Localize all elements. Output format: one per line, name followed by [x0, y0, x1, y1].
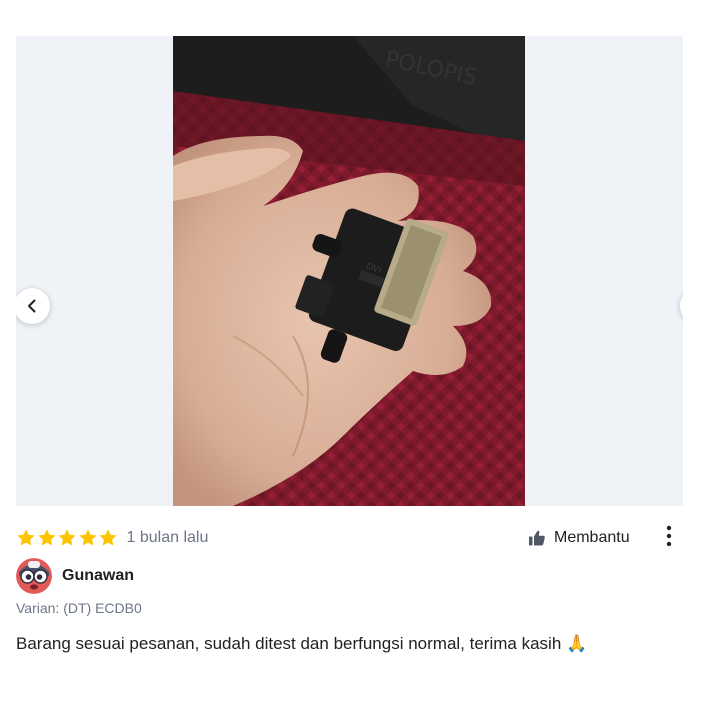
star-icon: [38, 529, 55, 546]
reviewer-info: Gunawan: [16, 558, 134, 594]
rating-row: 1 bulan lalu Membantu: [16, 525, 688, 552]
helpful-button[interactable]: Membantu: [528, 526, 630, 550]
helpful-label: Membantu: [554, 529, 630, 546]
avatar[interactable]: [16, 558, 52, 594]
review-body: Barang sesuai pesanan, sudah ditest dan …: [16, 634, 562, 653]
reviewer-name[interactable]: Gunawan: [62, 567, 134, 585]
pray-emoji: 🙏: [566, 634, 588, 653]
review-text: Barang sesuai pesanan, sudah ditest dan …: [16, 634, 587, 654]
star-rating: [16, 528, 119, 548]
gallery-prev-button[interactable]: [16, 288, 50, 324]
star-icon: [79, 529, 96, 546]
thumbs-up-icon: [528, 529, 554, 547]
star-icon: [99, 529, 117, 546]
star-icon: [58, 529, 76, 546]
more-vertical-icon: [666, 525, 672, 552]
review-photo[interactable]: POLOPIS DVI: [173, 36, 525, 506]
gallery-next-button[interactable]: [680, 288, 683, 324]
review-card: POLOPIS DVI 1 bulan lalu Membantu Gunawa…: [0, 0, 704, 704]
product-variant: Varian: (DT) ECDB0: [16, 600, 142, 616]
star-icon: [17, 529, 35, 546]
chevron-left-icon: [24, 298, 40, 314]
review-time: 1 bulan lalu: [126, 529, 209, 546]
review-media-gallery: POLOPIS DVI: [16, 36, 683, 506]
more-options-button[interactable]: [662, 525, 676, 552]
